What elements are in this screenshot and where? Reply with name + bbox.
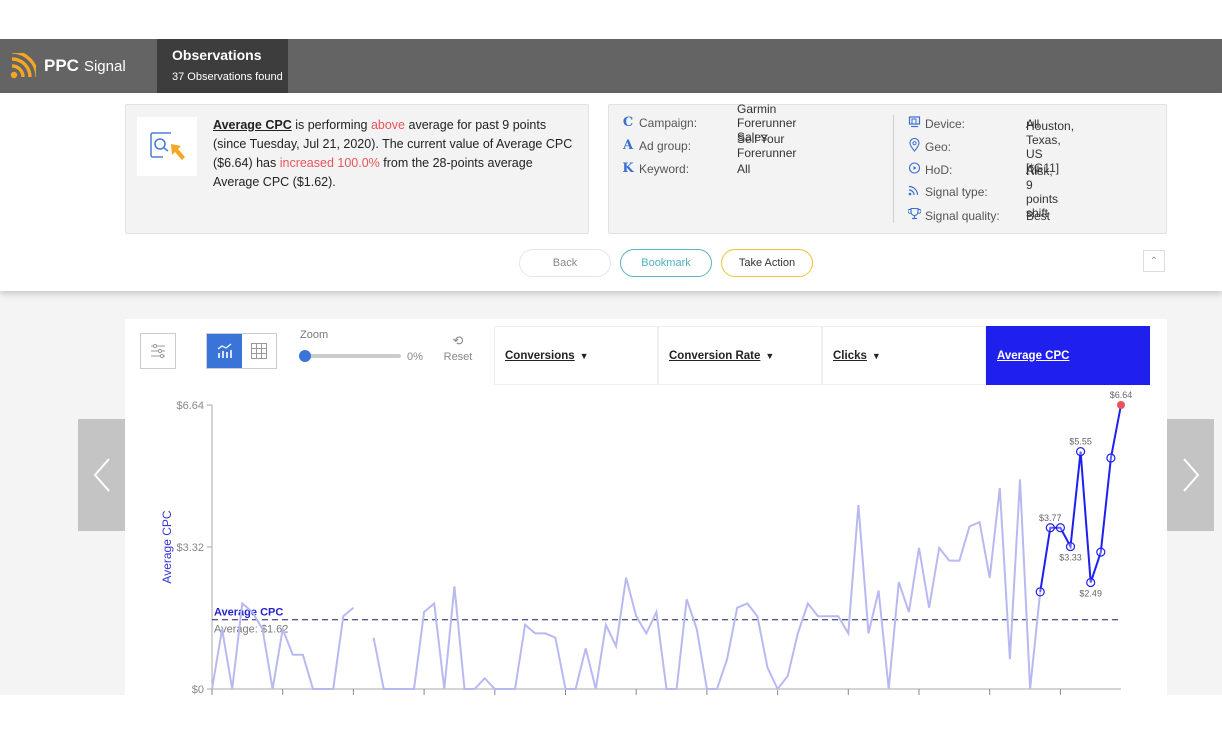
brand-logo[interactable]: PPC Signal [10, 52, 126, 80]
brand-name-light: Signal [83, 57, 126, 75]
data-label: $2.49 [1079, 589, 1102, 599]
top-margin [0, 0, 1222, 39]
detail-geo: Geo: Houston, Texas, US [*G11] [907, 119, 1074, 175]
app-header: PPC Signal Observations 37 Observations … [0, 39, 1222, 93]
average-cpc-chart: $0$3.32$6.64Average CPC Average CPCAvera… [160, 390, 1133, 695]
detail-label: HoD: [925, 162, 953, 177]
detail-label: Signal type: [925, 185, 988, 199]
detail-label: Campaign: [639, 115, 698, 130]
detail-campaign: C Campaign: Garmin Forerunner Sales [621, 102, 797, 144]
take-action-button[interactable]: Take Action [721, 249, 813, 277]
insight-card: Average CPC is performing above average … [125, 104, 589, 234]
chart-card: Zoom 0% ⟲ Reset Conversions ▼ Conversion … [125, 319, 1167, 695]
next-observation-button[interactable] [1167, 419, 1214, 531]
signal-point[interactable] [1035, 587, 1045, 597]
insight-message: Average CPC is performing above average … [213, 116, 578, 192]
insight-text: is performing [291, 118, 371, 132]
trophy-icon [907, 207, 921, 224]
detail-value: All [737, 161, 751, 176]
observations-title: Observations [172, 47, 262, 63]
detail-value: Sell Your Forerunner [737, 131, 797, 160]
signal-point[interactable] [1065, 541, 1076, 552]
signal-point[interactable] [1106, 453, 1116, 463]
previous-observation-button[interactable] [78, 419, 125, 531]
signal-point[interactable] [1055, 523, 1066, 533]
search-cursor-icon [150, 132, 185, 160]
signal-line [1039, 404, 1122, 593]
keyword-icon: K [622, 161, 634, 176]
detail-device: Device: All [907, 115, 1039, 132]
detail-ad-group: A Ad group: Sell Your Forerunner [621, 132, 796, 160]
geo-pin-icon [907, 137, 921, 156]
detail-signal-type: Signal type: Risk, 9 points shift [907, 164, 1058, 220]
detail-label: Signal quality: [925, 208, 1000, 223]
observations-tab[interactable]: Observations 37 Observations found [157, 39, 288, 93]
average-value-label: Average: $1.62 [214, 624, 288, 636]
observation-panel: Average CPC is performing above average … [0, 93, 1222, 291]
metric-link[interactable]: Average CPC [213, 118, 292, 132]
signal-point[interactable] [1045, 523, 1055, 533]
chevron-up-icon: ⌃ [1149, 255, 1159, 267]
details-card: C Campaign: Garmin Forerunner Sales A Ad… [608, 102, 1167, 234]
y-tick-label: $3.32 [176, 542, 204, 554]
device-icon [907, 115, 921, 132]
y-tick-label: $6.64 [176, 400, 204, 412]
insight-icon-box [137, 117, 197, 176]
signal-icon [907, 184, 921, 200]
direction-text: above [370, 118, 406, 132]
observations-count: 37 Observations found [172, 71, 283, 83]
y-axis-title: Average CPC [160, 510, 174, 583]
change-text: increased 100.0% [279, 156, 380, 170]
y-tick-label: $0 [192, 684, 204, 695]
detail-hod: HoD: All [907, 161, 1039, 178]
data-label: $6.64 [1110, 390, 1133, 400]
back-button[interactable]: Back [519, 249, 611, 277]
detail-value: Best [1026, 208, 1051, 223]
collapse-button[interactable]: ⌃ [1143, 250, 1165, 272]
details-divider [893, 115, 894, 223]
brand-name-bold: PPC [44, 56, 79, 75]
rss-signal-icon [10, 53, 36, 79]
detail-signal-quality: Signal quality: Best [907, 207, 1050, 224]
detail-keyword: K Keyword: All [621, 161, 750, 176]
bookmark-button[interactable]: Bookmark [620, 249, 712, 277]
detail-label: Keyword: [639, 161, 690, 176]
detail-label: Ad group: [639, 138, 692, 153]
signal-point[interactable] [1096, 547, 1106, 557]
current-value-point[interactable] [1117, 401, 1125, 409]
detail-label: Device: [925, 116, 966, 131]
bottom-margin [0, 695, 1222, 735]
signal-point[interactable] [1075, 447, 1086, 457]
data-label: $3.33 [1059, 553, 1082, 563]
campaign-icon: C [622, 115, 634, 130]
signal-point[interactable] [1086, 577, 1096, 588]
chevron-right-icon [1182, 458, 1199, 492]
data-label: $3.77 [1039, 513, 1062, 523]
chevron-left-icon [93, 458, 110, 492]
detail-label: Geo: [925, 140, 952, 154]
data-label: $5.55 [1069, 437, 1092, 447]
ad-group-icon: A [622, 138, 634, 153]
history-line-segment [372, 479, 1042, 691]
clock-icon [907, 161, 921, 178]
